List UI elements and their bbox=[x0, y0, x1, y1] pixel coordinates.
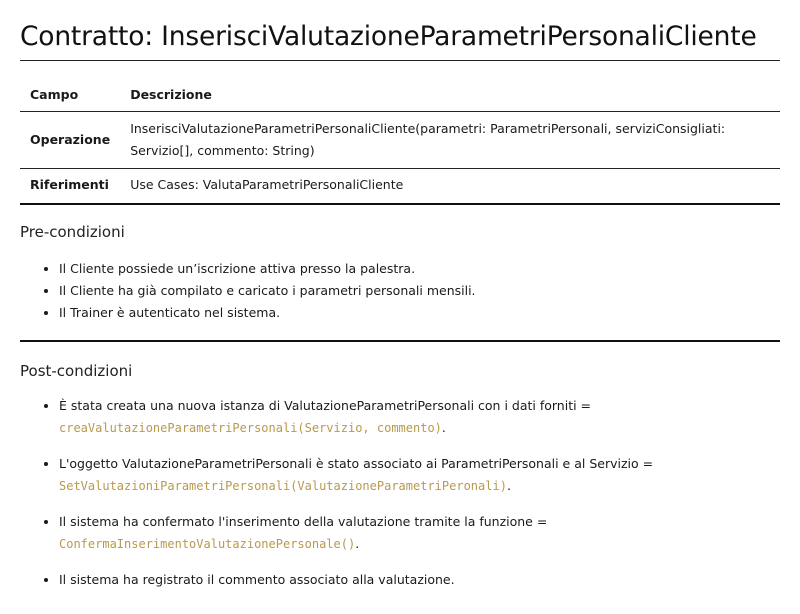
post-condition-suffix: . bbox=[441, 420, 446, 435]
function-code: SetValutazioniParametriPersonali(Valutaz… bbox=[59, 479, 507, 493]
table-row-riferimenti: Riferimenti Use Cases: ValutaParametriPe… bbox=[20, 169, 780, 204]
list-item: Il Cliente possiede un’iscrizione attiva… bbox=[59, 258, 780, 280]
title-divider bbox=[20, 60, 780, 61]
cell-campo: Riferimenti bbox=[30, 177, 109, 192]
table-row-operazione: Operazione InserisciValutazioneParametri… bbox=[20, 111, 780, 169]
post-conditions-heading: Post-condizioni bbox=[20, 362, 133, 380]
post-conditions-section: Post-condizioni È stata creata una nuova… bbox=[20, 361, 780, 591]
cell-campo: Operazione bbox=[20, 111, 121, 169]
contract-table: Campo Descrizione Operazione InserisciVa… bbox=[20, 80, 780, 203]
post-condition-text: Il sistema ha confermato l'inserimento d… bbox=[59, 514, 548, 529]
column-header-descrizione: Descrizione bbox=[120, 80, 780, 112]
list-item: Il sistema ha registrato il commento ass… bbox=[59, 569, 780, 591]
post-condition-text: L'oggetto ValutazioneParametriPersonali … bbox=[59, 456, 654, 471]
pre-conditions-heading: Pre-condizioni bbox=[20, 223, 125, 241]
post-condition-suffix: . bbox=[355, 536, 360, 551]
pre-conditions-list: Il Cliente possiede un’iscrizione attiva… bbox=[20, 258, 780, 324]
table-header-row: Campo Descrizione bbox=[20, 80, 780, 112]
column-header-campo: Campo bbox=[20, 80, 121, 112]
pre-conditions-section: Pre-condizioni Il Cliente possiede un’is… bbox=[20, 222, 780, 324]
list-item: Il Trainer è autenticato nel sistema. bbox=[59, 302, 780, 324]
document-page: Contratto: InserisciValutazioneParametri… bbox=[0, 0, 800, 591]
list-item: Il Cliente ha già compilato e caricato i… bbox=[59, 280, 780, 302]
post-condition-suffix: . bbox=[506, 478, 511, 493]
function-code: creaValutazioneParametriPersonali(Serviz… bbox=[59, 421, 442, 435]
cell-descrizione: InserisciValutazioneParametriPersonaliCl… bbox=[120, 111, 780, 169]
section-divider bbox=[20, 203, 780, 205]
cell-descrizione: Use Cases: ValutaParametriPersonaliClien… bbox=[130, 177, 404, 192]
list-item: L'oggetto ValutazioneParametriPersonali … bbox=[59, 453, 780, 497]
list-item: Il sistema ha confermato l'inserimento d… bbox=[59, 511, 780, 555]
post-condition-text: È stata creata una nuova istanza di Valu… bbox=[59, 398, 592, 413]
post-conditions-list: È stata creata una nuova istanza di Valu… bbox=[20, 395, 780, 591]
function-code: ConfermaInserimentoValutazionePersonale(… bbox=[59, 537, 356, 551]
list-item: È stata creata una nuova istanza di Valu… bbox=[59, 395, 780, 439]
page-title: Contratto: InserisciValutazioneParametri… bbox=[20, 21, 757, 52]
post-condition-text: Il sistema ha registrato il commento ass… bbox=[59, 572, 455, 587]
section-divider bbox=[20, 340, 780, 342]
